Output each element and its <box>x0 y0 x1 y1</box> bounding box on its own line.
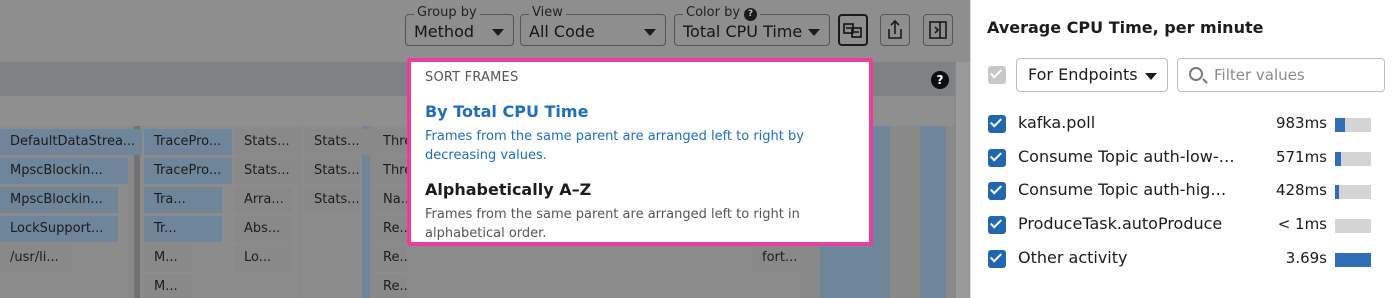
endpoint-label: Other activity <box>1018 248 1128 267</box>
endpoint-value: 3.69s <box>1285 249 1327 267</box>
endpoint-row[interactable]: ProduceTask.autoProduce < 1ms <box>971 210 1400 240</box>
chevron-down-icon <box>644 29 656 36</box>
endpoint-value: < 1ms <box>1277 215 1327 233</box>
flame-frame[interactable]: Stats... <box>234 158 300 184</box>
select-all-checkbox[interactable] <box>988 66 1006 84</box>
panel-title: Average CPU Time, per minute <box>987 18 1264 37</box>
flame-frame[interactable]: Stats... <box>304 129 370 155</box>
check-icon <box>989 115 1003 128</box>
endpoint-bar <box>1335 118 1371 132</box>
view-select[interactable]: View All Code <box>520 6 666 46</box>
sort-frames-button[interactable] <box>838 14 868 46</box>
export-button[interactable] <box>880 14 910 46</box>
view-label: View <box>529 6 566 20</box>
chevron-down-icon <box>492 29 504 36</box>
sort-option-title[interactable]: By Total CPU Time <box>425 102 588 121</box>
endpoint-checkbox[interactable] <box>988 182 1006 200</box>
endpoint-bar <box>1335 185 1371 199</box>
flame-frame[interactable]: Re... <box>373 245 407 271</box>
sort-option-description: Frames from the same parent are arranged… <box>425 129 804 163</box>
cpu-time-panel: Average CPU Time, per minute For Endpoin… <box>970 0 1400 298</box>
check-icon <box>989 182 1003 195</box>
color-by-value: Total CPU Time <box>683 22 803 41</box>
endpoint-row[interactable]: Other activity 3.69s <box>971 244 1400 274</box>
flame-frame[interactable]: Stats... <box>234 129 300 155</box>
endpoint-label: Consume Topic auth-low-pr... <box>1018 147 1236 166</box>
color-by-label-text: Color by <box>686 5 741 20</box>
endpoint-checkbox[interactable] <box>988 250 1006 268</box>
flame-frame[interactable]: M... <box>144 245 192 271</box>
flame-scrollbar[interactable] <box>955 62 970 298</box>
flame-frame[interactable]: MpscBlockin... <box>0 187 118 213</box>
endpoint-label: Consume Topic auth-high-... <box>1018 180 1236 199</box>
sort-frames-icon <box>843 23 862 38</box>
endpoint-row[interactable]: Consume Topic auth-high-... 428ms <box>971 176 1400 206</box>
endpoint-bar <box>1335 152 1371 166</box>
endpoint-bar-fill <box>1335 118 1345 132</box>
sort-frames-heading: SORT FRAMES <box>425 70 519 85</box>
check-icon <box>989 250 1003 263</box>
group-by-label: Group by <box>414 6 480 20</box>
flame-frame[interactable]: DefaultDataStrea... <box>0 129 142 155</box>
check-icon <box>989 216 1003 229</box>
search-icon <box>1189 67 1203 81</box>
frame-stripe <box>946 126 955 298</box>
endpoint-bar <box>1335 253 1371 267</box>
filter-values-field[interactable] <box>1177 58 1385 92</box>
scope-select-value: For Endpoints <box>1028 65 1138 84</box>
chevron-down-icon <box>1145 73 1157 80</box>
flame-frame[interactable]: TracePro... <box>144 158 232 184</box>
endpoint-bar <box>1335 219 1371 233</box>
flame-frame[interactable]: Na... <box>373 187 407 213</box>
endpoint-row[interactable]: Consume Topic auth-low-pr... 571ms <box>971 143 1400 173</box>
endpoint-value: 983ms <box>1275 114 1327 132</box>
endpoint-checkbox[interactable] <box>988 216 1006 234</box>
flame-frame[interactable]: Re... <box>373 274 407 298</box>
flame-frame[interactable]: Tr... <box>144 216 222 242</box>
filter-values-input[interactable] <box>1214 64 1379 86</box>
flame-frame[interactable]: Stats... <box>304 187 360 213</box>
flame-frame[interactable]: Thre <box>373 129 407 155</box>
scope-select[interactable]: For Endpoints <box>1016 58 1168 92</box>
sort-option-description: Frames from the same parent are arranged… <box>425 207 800 241</box>
flame-frame[interactable]: /usr/li... <box>0 245 72 271</box>
check-icon <box>989 149 1003 162</box>
sort-frames-menu: SORT FRAMES By Total CPU Time Frames fro… <box>407 58 873 246</box>
flame-frame[interactable]: Arra... <box>234 187 292 213</box>
flame-frame[interactable]: Thre <box>373 158 407 184</box>
toggle-panel-button[interactable] <box>923 14 953 46</box>
color-by-select[interactable]: Color by? Total CPU Time <box>674 6 830 46</box>
flame-frame[interactable]: Abs... <box>234 216 292 242</box>
endpoint-value: 571ms <box>1275 148 1327 166</box>
flame-frame[interactable]: M... <box>144 274 192 298</box>
flame-frame[interactable]: LockSupport... <box>0 216 118 242</box>
group-by-select[interactable]: Group by Method <box>405 6 514 46</box>
group-by-value: Method <box>414 22 475 41</box>
endpoint-checkbox[interactable] <box>988 115 1006 133</box>
view-value: All Code <box>529 22 595 41</box>
sort-option-title[interactable]: Alphabetically A–Z <box>425 180 591 199</box>
panel-collapse-icon <box>929 21 947 39</box>
check-icon <box>989 66 1003 79</box>
flame-frame[interactable]: MpscBlockin... <box>0 158 128 184</box>
chevron-down-icon <box>808 29 820 36</box>
endpoint-label: ProduceTask.autoProduce <box>1018 214 1223 233</box>
endpoint-label: kafka.poll <box>1018 113 1096 132</box>
flame-frame[interactable]: Stats... <box>304 158 360 184</box>
endpoint-checkbox[interactable] <box>988 149 1006 167</box>
frame-stripe <box>890 126 920 298</box>
endpoint-bar-fill <box>1335 253 1371 267</box>
flame-frame[interactable]: fort... <box>752 245 800 271</box>
endpoint-row[interactable]: kafka.poll 983ms <box>971 109 1400 139</box>
share-icon <box>888 19 902 39</box>
endpoint-bar-fill <box>1335 185 1340 199</box>
flame-frame[interactable]: Lo... <box>234 245 292 271</box>
help-icon[interactable]: ? <box>931 71 949 89</box>
endpoint-value: 428ms <box>1275 181 1327 199</box>
flame-frame[interactable]: Re... <box>373 216 407 242</box>
flame-frame[interactable]: Tra... <box>144 187 222 213</box>
endpoint-bar-fill <box>1335 152 1341 166</box>
frame-stripe <box>920 126 946 298</box>
flame-frame[interactable]: TracePro... <box>144 129 232 155</box>
